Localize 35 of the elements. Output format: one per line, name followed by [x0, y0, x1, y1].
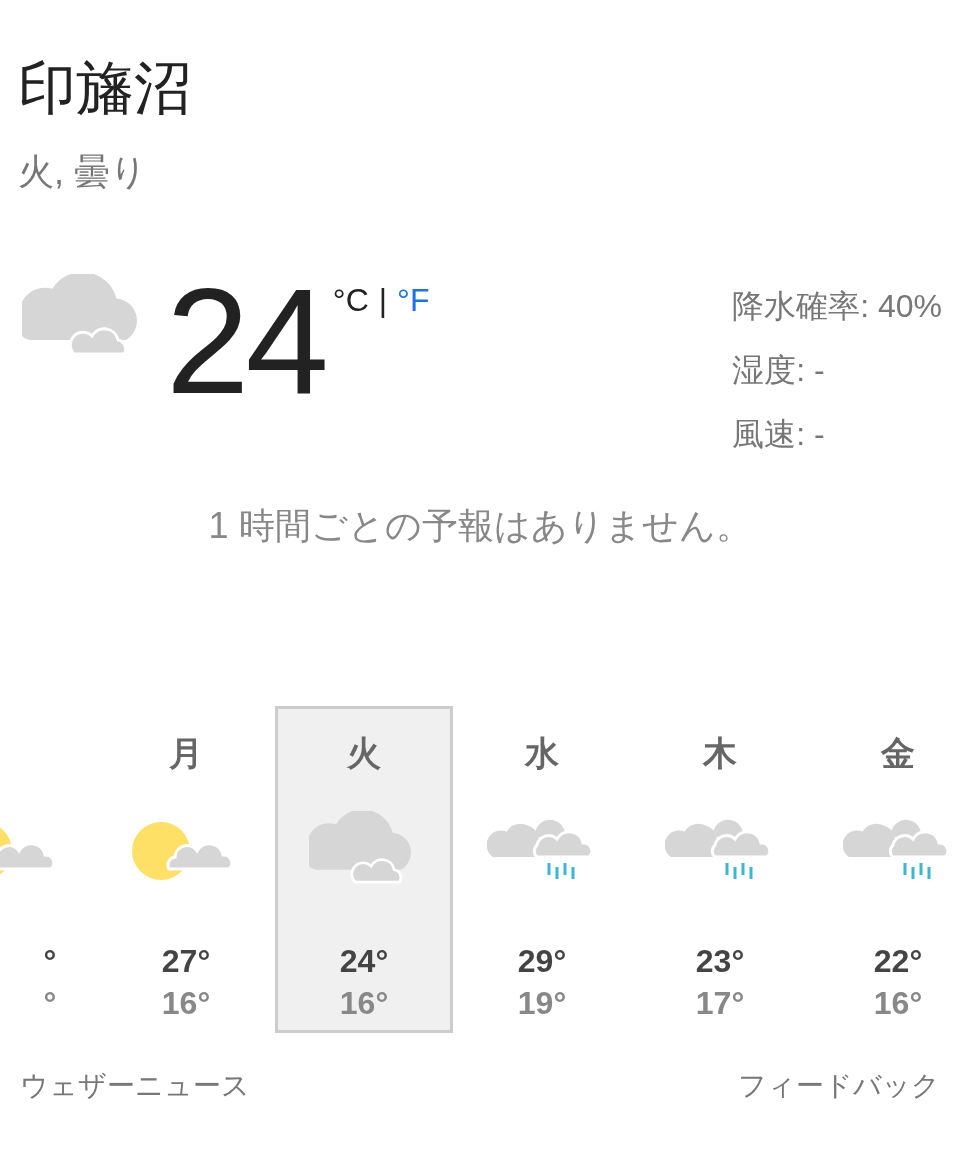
weather-news-link[interactable]: ウェザーニュース [20, 1067, 250, 1105]
day-label: 木 [703, 733, 737, 774]
current-temperature: 24 [166, 266, 325, 416]
forecast-day[interactable]: 火 24° 16° [275, 706, 453, 1033]
low-temperature: 17° [695, 984, 745, 1023]
location-title: 印旛沼 [17, 54, 193, 122]
day-label: 水 [525, 733, 559, 774]
day-label: 月 [169, 733, 203, 774]
low-temperature: 16° [339, 984, 389, 1023]
feedback-link[interactable]: フィードバック [738, 1067, 940, 1105]
high-temperature: 24° [339, 942, 389, 981]
low-temperature: 16° [873, 984, 923, 1023]
unit-separator: | [378, 282, 388, 319]
high-temperature: 29° [517, 942, 567, 981]
forecast-day[interactable]: 木 23° 17° [631, 706, 809, 1033]
high-temperature: 22° [873, 942, 923, 981]
weather-detail: 降水確率: 40% [732, 287, 942, 326]
day-label: 火 [347, 733, 381, 774]
low-temperature: 19° [517, 984, 567, 1023]
unit-toggle[interactable]: °F [397, 282, 430, 319]
forecast-day[interactable]: 水 29° 19° [453, 706, 631, 1033]
high-temperature: 27° [161, 942, 211, 981]
high-temperature: 23° [695, 942, 745, 981]
condition-summary: 火, 曇り [17, 150, 148, 194]
low-temperature: 16° [161, 984, 211, 1023]
high-temperature: ° [42, 942, 57, 981]
day-label: 金 [881, 733, 915, 774]
hourly-forecast-message: 1 時間ごとの予報はありません。 [207, 504, 753, 548]
forecast-day[interactable]: 金 22° 16° [809, 706, 960, 1033]
weather-detail: 風速: - [732, 415, 826, 454]
forecast-day[interactable]: 月 27° 16° [97, 706, 275, 1033]
low-temperature: ° [42, 984, 57, 1023]
forecast-day[interactable]: ° ° [0, 706, 97, 1033]
weather-detail: 湿度: - [732, 351, 826, 390]
unit-toggle[interactable]: °C [332, 282, 369, 319]
